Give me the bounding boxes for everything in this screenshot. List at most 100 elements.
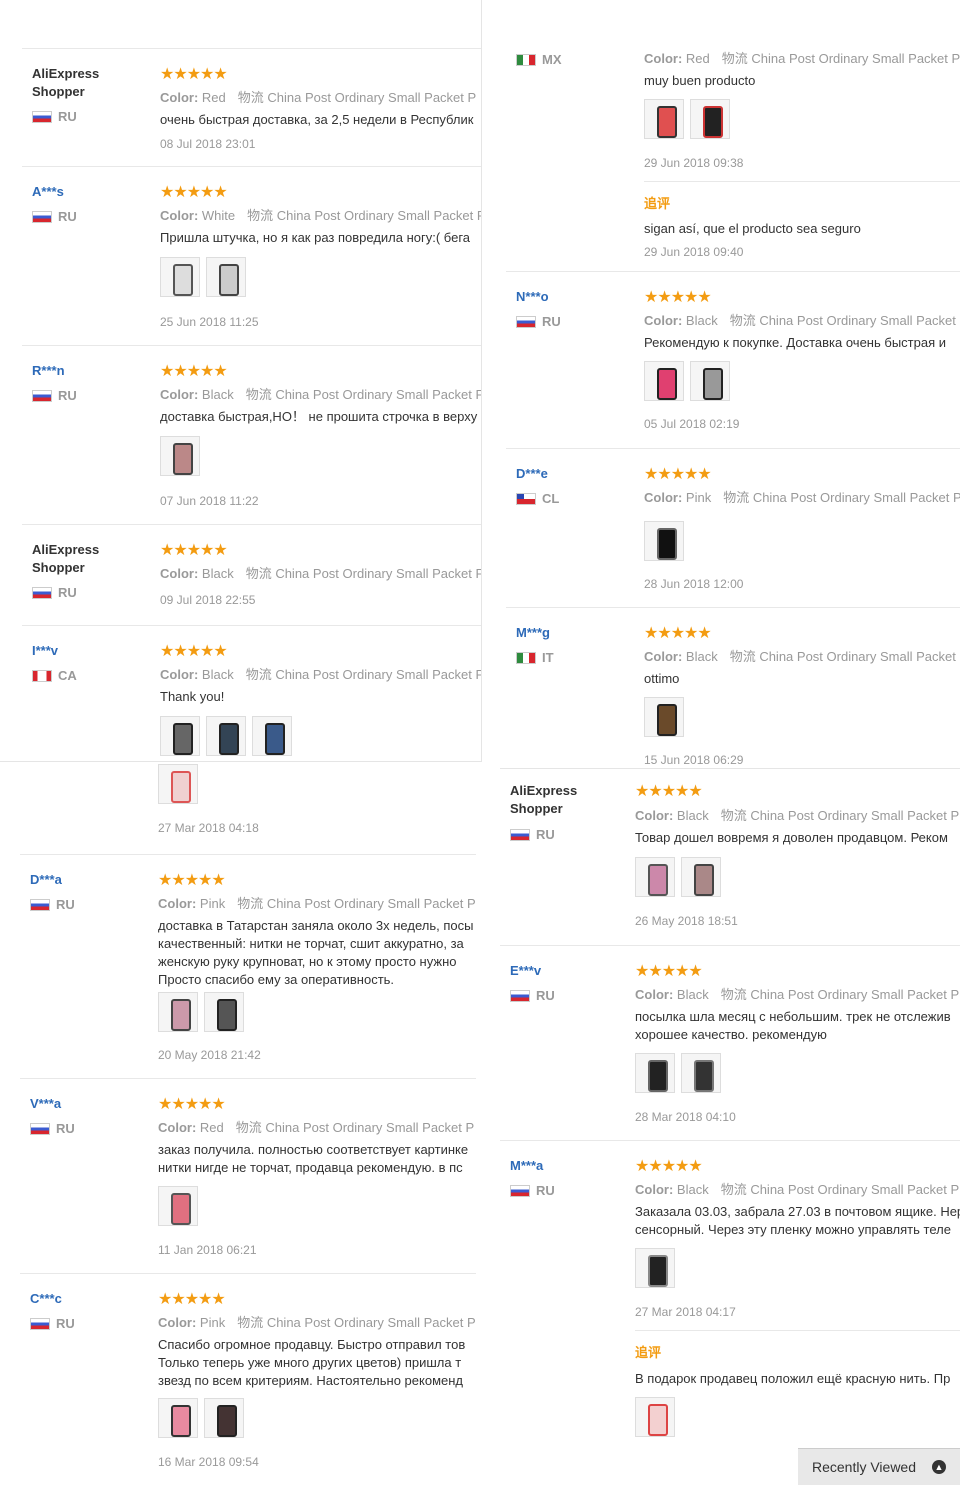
review-meta: Color: Black 物流 China Post Ordinary Small… <box>160 387 481 402</box>
review-text: muy buen producto <box>644 73 756 88</box>
review-photo[interactable] <box>690 99 730 139</box>
review-photo[interactable] <box>635 857 675 897</box>
reviewer-name[interactable]: R***n <box>32 362 142 380</box>
review-meta: Color: Pink 物流 China Post Ordinary Small … <box>644 490 960 505</box>
reviewer-name[interactable]: A***s <box>32 183 142 201</box>
additional-feedback-text: В подарок продавец положил ещё красную н… <box>635 1371 951 1386</box>
review-photo[interactable] <box>158 1186 198 1226</box>
review-item: M***g IT ★★★★★ Color: Black 物流 China Post… <box>506 607 960 769</box>
review-photos <box>158 992 244 1032</box>
review-photos <box>635 857 721 897</box>
rating-stars: ★★★★★ <box>158 872 226 889</box>
review-item: AliExpress Shopper RU ★★★★★ Color: Red 物流… <box>22 48 481 167</box>
flag-icon <box>32 669 52 682</box>
review-date: 15 Jun 2018 06:29 <box>644 753 744 767</box>
review-date: 27 Mar 2018 04:17 <box>635 1305 736 1319</box>
reviewer-name: AliExpress Shopper <box>510 783 578 816</box>
review-date: 11 Jan 2018 06:21 <box>158 1243 257 1257</box>
review-photo[interactable] <box>635 1053 675 1093</box>
review-item: R***n RU ★★★★★ Color: Black 物流 China Post… <box>22 345 481 525</box>
flag-icon <box>30 1317 50 1330</box>
review-photo[interactable] <box>252 716 292 756</box>
review-text: доставка в Татарстан заняла около 3х нед… <box>158 918 474 987</box>
review-photos <box>635 1053 721 1093</box>
review-text: ottimo <box>644 671 680 686</box>
review-photo[interactable] <box>644 361 684 401</box>
rating-stars: ★★★★★ <box>644 466 712 483</box>
review-photo[interactable] <box>204 1398 244 1438</box>
review-photo[interactable] <box>644 99 684 139</box>
review-text: заказ получила. полностью соответствует … <box>158 1142 469 1175</box>
review-date: 29 Jun 2018 09:38 <box>644 156 744 170</box>
review-meta: Color: Black 物流 China Post Ordinary Small… <box>635 1182 960 1197</box>
review-photo[interactable] <box>206 257 246 297</box>
right-column-top: MX Color: Red 物流 China Post Ordinary Smal… <box>506 36 960 768</box>
flag-icon <box>516 492 536 505</box>
review-photo[interactable] <box>160 257 200 297</box>
review-photo[interactable] <box>206 716 246 756</box>
review-photo[interactable] <box>644 521 684 561</box>
left-column-top: AliExpress Shopper RU ★★★★★ Color: Red 物流… <box>22 48 481 760</box>
reviewer-name[interactable]: D***a <box>30 871 140 889</box>
reviewer-name[interactable]: N***o <box>516 288 626 306</box>
chevron-up-icon[interactable]: ▲ <box>932 1460 947 1474</box>
review-photo[interactable] <box>644 697 684 737</box>
review-date: 27 Mar 2018 04:18 <box>158 821 259 835</box>
review-text: Thank you! <box>160 689 225 704</box>
review-photo[interactable] <box>635 1397 675 1437</box>
reviewer-name[interactable]: I***v <box>32 642 142 660</box>
review-meta: Color: Black 物流 China Post Ordinary Small… <box>635 987 960 1002</box>
review-text: очень быстрая доставка, за 2,5 недели в … <box>160 112 474 127</box>
reviewer-country: RU <box>32 388 77 403</box>
review-photo[interactable] <box>160 436 200 476</box>
review-photos <box>160 716 292 756</box>
reviewer-country: RU <box>510 827 555 842</box>
rating-stars: ★★★★★ <box>158 1096 226 1113</box>
review-photo[interactable] <box>681 857 721 897</box>
review-date: 28 Mar 2018 04:10 <box>635 1110 736 1124</box>
rating-stars: ★★★★★ <box>644 625 712 642</box>
reviewer-name[interactable]: C***c <box>30 1290 140 1308</box>
review-item: I***v CA ★★★★★ Color: Black 物流 China Post… <box>22 625 481 761</box>
reviewer-country: RU <box>510 988 555 1003</box>
review-date: 07 Jun 2018 11:22 <box>160 494 259 508</box>
review-text: Пришла штучка, но я как раз повредила но… <box>160 230 471 245</box>
review-photos <box>644 361 730 401</box>
review-photo[interactable] <box>690 361 730 401</box>
review-photo[interactable] <box>158 764 198 804</box>
reviewer-country: RU <box>32 109 77 124</box>
flag-icon <box>32 110 52 123</box>
review-photo[interactable] <box>635 1248 675 1288</box>
rating-stars: ★★★★★ <box>160 363 228 380</box>
reviewer-country: CA <box>32 668 77 683</box>
review-photo[interactable] <box>158 992 198 1032</box>
review-meta: Color: White 物流 China Post Ordinary Small… <box>160 208 481 223</box>
reviewer-country: RU <box>30 1121 75 1136</box>
reviewer-country: RU <box>510 1183 555 1198</box>
reviewer-name[interactable]: E***v <box>510 962 620 980</box>
reviewer-name[interactable]: M***a <box>510 1157 620 1175</box>
review-photo[interactable] <box>158 1398 198 1438</box>
review-item: M***a RU ★★★★★ Color: Black 物流 China Post… <box>500 1140 960 1449</box>
review-date: 28 Jun 2018 12:00 <box>644 577 744 591</box>
review-date: 20 May 2018 21:42 <box>158 1048 261 1062</box>
review-photo[interactable] <box>681 1053 721 1093</box>
review-item-continued: 27 Mar 2018 04:18 <box>20 762 476 854</box>
review-text: Товар дошел вовремя я доволен продавцом.… <box>635 830 948 845</box>
review-photo[interactable] <box>160 716 200 756</box>
separator <box>635 1330 960 1331</box>
reviewer-country: RU <box>32 209 77 224</box>
review-meta: Color: Black 物流 China Post Ordinary Small… <box>644 313 960 328</box>
rating-stars: ★★★★★ <box>160 643 228 660</box>
reviewer-name[interactable]: M***g <box>516 624 626 642</box>
review-text: Рекомендую к покупке. Доставка очень быс… <box>644 335 946 350</box>
recently-viewed-bar[interactable]: Recently Viewed ▲ <box>798 1448 960 1485</box>
review-meta: Color: Black 物流 China Post Ordinary Small… <box>635 808 960 823</box>
rating-stars: ★★★★★ <box>158 1291 226 1308</box>
reviewer-name[interactable]: V***a <box>30 1095 140 1113</box>
review-meta: Color: Red 物流 China Post Ordinary Small P… <box>644 51 960 66</box>
right-column-bottom: AliExpress Shopper RU ★★★★★ Color: Black… <box>500 768 960 1448</box>
reviewer-name[interactable]: D***e <box>516 465 626 483</box>
review-photo[interactable] <box>204 992 244 1032</box>
review-photos <box>158 764 198 804</box>
